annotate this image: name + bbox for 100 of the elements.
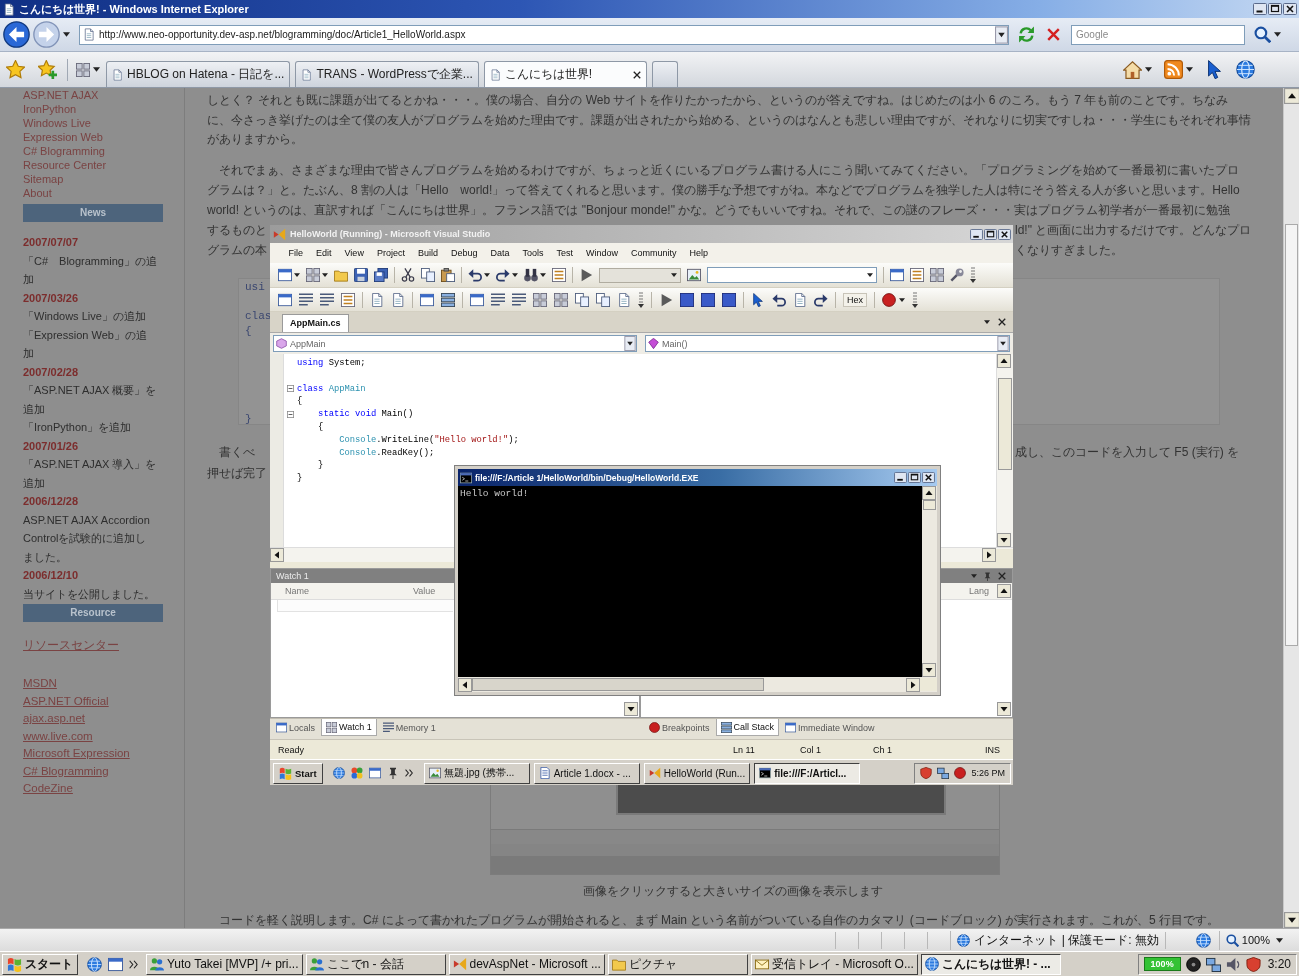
copy-icon[interactable]	[596, 292, 610, 307]
grid-icon[interactable]	[533, 292, 547, 307]
scroll-thumb[interactable]	[1285, 224, 1298, 646]
scroll-left-icon[interactable]	[458, 677, 472, 692]
grid-icon[interactable]	[554, 292, 568, 307]
globe-icon[interactable]	[87, 956, 102, 972]
scroll-up-icon[interactable]	[997, 584, 1011, 598]
window-icon[interactable]	[278, 268, 292, 282]
scroll-thumb[interactable]	[923, 500, 936, 510]
grid-icon[interactable]	[930, 268, 944, 282]
caret-icon[interactable]	[899, 297, 905, 302]
menu-item[interactable]: Project	[370, 248, 412, 258]
taskbar-button[interactable]: Article 1.docx - ...	[533, 762, 640, 784]
square-icon[interactable]	[701, 292, 715, 307]
redo-icon[interactable]	[496, 268, 510, 282]
panel-tab[interactable]: Memory 1	[378, 719, 440, 736]
square-icon[interactable]	[680, 292, 694, 307]
taskbar-button[interactable]: 無題.jpg (携帯...	[423, 762, 530, 784]
scroll-right-icon[interactable]	[906, 677, 920, 692]
browser-tab[interactable]: こんにちは世界!	[483, 61, 647, 87]
dropdown-icon[interactable]	[624, 336, 636, 351]
globe-icon[interactable]	[1195, 932, 1211, 948]
window-icon[interactable]	[108, 956, 123, 972]
menu-item[interactable]: Community	[624, 248, 684, 258]
dropdown-icon[interactable]	[997, 336, 1009, 351]
breakpoint-icon[interactable]	[954, 767, 967, 779]
close-icon[interactable]	[998, 318, 1006, 326]
caret-icon[interactable]	[1145, 67, 1152, 72]
collapse-icon[interactable]	[287, 385, 294, 393]
pointer-icon[interactable]	[751, 292, 765, 307]
address-field[interactable]: http://www.neo-opportunity.dev-asp.net/blogramming/doc/Article1_HelloWorld.aspx	[79, 24, 1009, 45]
copy-icon[interactable]	[575, 292, 589, 307]
maximize-icon[interactable]	[908, 472, 921, 483]
add-star-icon[interactable]	[38, 60, 57, 79]
speaker-icon[interactable]	[1225, 956, 1241, 972]
panel-tab[interactable]: Breakpoints	[645, 719, 714, 736]
copy-icon[interactable]	[421, 268, 435, 282]
scroll-up-icon[interactable]	[997, 354, 1011, 368]
stop-icon[interactable]	[1047, 28, 1060, 41]
redo-icon[interactable]	[814, 292, 828, 307]
taskbar-button[interactable]: ピクチャ	[607, 953, 748, 975]
combo-field[interactable]	[707, 267, 877, 283]
start-button[interactable]: スタート	[2, 953, 78, 975]
menu-item[interactable]: Data	[483, 248, 516, 258]
play-icon[interactable]	[659, 292, 673, 307]
clipboard-icon[interactable]	[441, 268, 455, 282]
page-icon[interactable]	[617, 292, 631, 307]
window-icon[interactable]	[470, 292, 484, 307]
globe-icon[interactable]	[332, 767, 345, 779]
toolbar-options-icon[interactable]	[638, 291, 644, 308]
caret-icon[interactable]	[93, 67, 100, 72]
star-icon[interactable]	[6, 60, 25, 79]
close-icon[interactable]	[1283, 3, 1297, 15]
new-tab-button[interactable]	[651, 61, 678, 87]
window-icon[interactable]	[890, 268, 904, 282]
panel-tab[interactable]: Watch 1	[321, 719, 377, 736]
undo-icon[interactable]	[772, 292, 786, 307]
start-button[interactable]: Start	[273, 762, 323, 784]
close-icon[interactable]	[922, 472, 935, 483]
scroll-thumb[interactable]	[472, 678, 764, 691]
zone-indicator[interactable]: インターネット | 保護モード: 無効	[950, 930, 1165, 950]
screenshot-thumbnail[interactable]	[490, 784, 1000, 875]
dropdown-field[interactable]	[599, 267, 681, 283]
scroll-down-icon[interactable]	[997, 702, 1011, 716]
search-icon[interactable]	[1254, 26, 1271, 43]
search-field[interactable]: Google	[1071, 24, 1245, 45]
scroll-up-icon[interactable]	[1284, 88, 1299, 104]
folder-icon[interactable]	[334, 268, 348, 282]
scroll-up-icon[interactable]	[922, 486, 936, 500]
vertical-scrollbar[interactable]	[996, 354, 1013, 547]
menu-item[interactable]: Edit	[309, 248, 339, 258]
network-icon[interactable]	[1205, 956, 1221, 972]
square-icon[interactable]	[722, 292, 736, 307]
maximize-icon[interactable]	[984, 228, 997, 240]
taskbar-button[interactable]: 受信トレイ - Microsoft O...	[750, 953, 918, 975]
pointer-icon[interactable]	[1205, 60, 1224, 79]
scroll-right-icon[interactable]	[982, 548, 996, 562]
minimize-icon[interactable]	[1253, 3, 1267, 15]
menu-item[interactable]: Build	[411, 248, 445, 258]
panel-tab[interactable]: Call Stack	[715, 719, 780, 736]
caret-icon[interactable]	[984, 320, 990, 324]
vertical-scrollbar[interactable]	[1283, 88, 1299, 928]
chevron-icon[interactable]	[404, 768, 414, 778]
taskbar-button[interactable]: こんにちは世界! - ...	[920, 953, 1061, 975]
toolbar-options-icon[interactable]	[912, 291, 918, 308]
scroll-down-icon[interactable]	[624, 702, 638, 716]
menu-item[interactable]: View	[338, 248, 371, 258]
wrench-icon[interactable]	[950, 268, 964, 282]
member-dropdown[interactable]: Main()	[645, 335, 1010, 352]
window-icon[interactable]	[278, 292, 292, 307]
home-icon[interactable]	[1123, 60, 1142, 79]
scissors-icon[interactable]	[401, 268, 415, 282]
properties-icon[interactable]	[910, 268, 924, 282]
panel-tab[interactable]: Locals	[272, 719, 319, 736]
page-icon[interactable]	[370, 292, 384, 307]
page-icon[interactable]	[793, 292, 807, 307]
browser-tab[interactable]: HBLOG on Hatena - 日記を...	[106, 61, 291, 87]
scroll-down-icon[interactable]	[1284, 912, 1299, 928]
column-header[interactable]: Value	[413, 586, 436, 596]
collapse-icon[interactable]	[287, 411, 294, 419]
